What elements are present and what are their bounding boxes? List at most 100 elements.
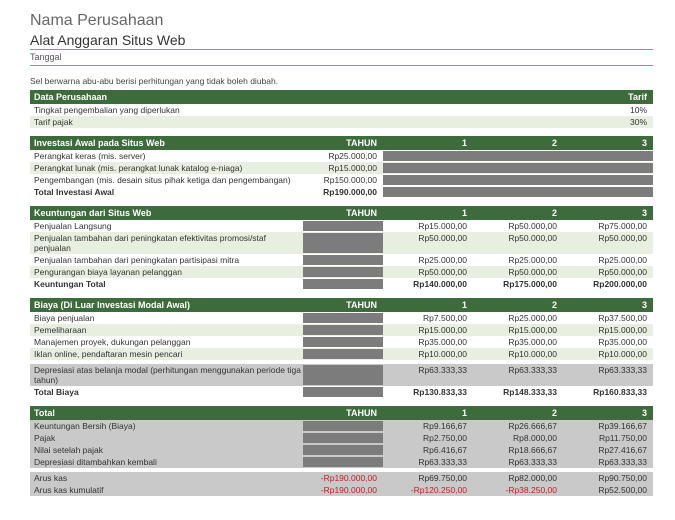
row-value: Rp25.000,00 (473, 313, 563, 323)
costs-section: Biaya (Di Luar Investasi Modal Awal) TAH… (30, 298, 653, 398)
header-label: Investasi Awal pada Situs Web (34, 138, 303, 148)
company-name: Nama Perusahaan (30, 12, 653, 30)
row-value: Rp39.166,67 (563, 421, 653, 431)
row-value: Rp148.333,33 (473, 387, 563, 397)
row-label: Pengurangan biaya layanan pelanggan (34, 267, 303, 277)
row-value: Rp35.000,00 (383, 337, 473, 347)
total-row: Total Investasi Awal Rp190.000,00 (30, 186, 653, 198)
row-value: Rp52.500,00 (563, 485, 653, 495)
data-row: Pajak Rp2.750,00 Rp8.000,00 Rp11.750,00 (30, 432, 653, 444)
header-tahun: TAHUN (303, 300, 383, 310)
row-value: Rp15.000,00 (383, 325, 473, 335)
investment-section: Investasi Awal pada Situs Web TAHUN 1 2 … (30, 136, 653, 198)
header-year-3: 3 (563, 408, 653, 418)
row-value: Rp6.416,67 (383, 445, 473, 455)
header-year-2: 2 (473, 208, 563, 218)
total-row: Total Biaya Rp130.833,33 Rp148.333,33 Rp… (30, 386, 653, 398)
row-value: Rp25.000,00 (303, 151, 383, 161)
row-label: Perangkat lunak (mis. perangkat lunak ka… (34, 163, 303, 173)
row-value: Rp63.333,33 (383, 457, 473, 467)
data-row: Manajemen proyek, dukungan pelanggan Rp3… (30, 336, 653, 348)
header-tahun: TAHUN (303, 138, 383, 148)
header-year-1: 1 (383, 408, 473, 418)
row-value: -Rp190.000,00 (303, 473, 383, 483)
row-value: Rp90.750,00 (563, 473, 653, 483)
data-row: Iklan online, pendaftaran mesin pencari … (30, 348, 653, 360)
row-label: Arus kas (34, 473, 303, 483)
row-value: Rp35.000,00 (563, 337, 653, 347)
benefits-section: Keuntungan dari Situs Web TAHUN 1 2 3 Pe… (30, 206, 653, 290)
row-label: Penjualan tambahan dari peningkatan efek… (34, 233, 303, 253)
row-label: Total Investasi Awal (34, 187, 303, 197)
row-value: Rp26.666,67 (473, 421, 563, 431)
blocked-cell (563, 163, 653, 173)
blocked-cell (303, 279, 383, 289)
header-label: Keuntungan dari Situs Web (34, 208, 303, 218)
company-data-section: Data Perusahaan Tarif Tingkat pengembali… (30, 90, 653, 128)
row-value: Rp18.666,67 (473, 445, 563, 455)
row-value: Rp50.000,00 (563, 267, 653, 277)
blocked-cell (563, 175, 653, 185)
depreciation-row: Depresiasi atas belanja modal (perhitung… (30, 364, 653, 386)
row-value: Rp130.833,33 (383, 387, 473, 397)
header-label: Data Perusahaan (34, 92, 583, 102)
blocked-cell (563, 187, 653, 197)
row-value: -Rp120.250,00 (383, 485, 473, 495)
blocked-cell (473, 151, 563, 161)
row-value: Rp63.333,33 (563, 457, 653, 467)
total-row: Keuntungan Total Rp140.000,00 Rp175.000,… (30, 278, 653, 290)
data-row: Nilai setelah pajak Rp6.416,67 Rp18.666,… (30, 444, 653, 456)
row-value: Rp63.333,33 (563, 365, 653, 385)
data-row: Penjualan tambahan dari peningkatan efek… (30, 232, 653, 254)
blocked-cell (303, 365, 383, 385)
row-label: Nilai setelah pajak (34, 445, 303, 455)
row-value: Rp25.000,00 (383, 255, 473, 265)
row-label: Manajemen proyek, dukungan pelanggan (34, 337, 303, 347)
tool-title: Alat Anggaran Situs Web (30, 32, 653, 48)
data-row: Tarif pajak 30% (30, 116, 653, 128)
section-header: Total TAHUN 1 2 3 (30, 406, 653, 420)
row-label: Total Biaya (34, 387, 303, 397)
row-label: Keuntungan Bersih (Biaya) (34, 421, 303, 431)
row-value: 10% (583, 105, 653, 115)
row-value: Rp25.000,00 (563, 255, 653, 265)
row-value: Rp50.000,00 (383, 233, 473, 253)
row-value: -Rp190.000,00 (303, 485, 383, 495)
row-value: Rp175.000,00 (473, 279, 563, 289)
row-label: Penjualan Langsung (34, 221, 303, 231)
blocked-cell (383, 175, 473, 185)
row-label: Pengembangan (mis. desain situs pihak ke… (34, 175, 303, 185)
blocked-cell (303, 255, 383, 265)
computed-note: Sel berwarna abu-abu berisi perhitungan … (30, 76, 653, 86)
row-value: Rp15.000,00 (563, 325, 653, 335)
row-label: Iklan online, pendaftaran mesin pencari (34, 349, 303, 359)
row-value: Rp15.000,00 (473, 325, 563, 335)
data-row: Pengembangan (mis. desain situs pihak ke… (30, 174, 653, 186)
row-label: Pemeliharaan (34, 325, 303, 335)
row-value: Rp69.750,00 (383, 473, 473, 483)
blocked-cell (303, 267, 383, 277)
row-value: Rp11.750,00 (563, 433, 653, 443)
blocked-cell (473, 163, 563, 173)
row-label: Biaya penjualan (34, 313, 303, 323)
section-header: Investasi Awal pada Situs Web TAHUN 1 2 … (30, 136, 653, 150)
row-value: Rp15.000,00 (383, 221, 473, 231)
totals-section: Total TAHUN 1 2 3 Keuntungan Bersih (Bia… (30, 406, 653, 496)
header-tarif: Tarif (583, 92, 653, 102)
data-row: Perangkat lunak (mis. perangkat lunak ka… (30, 162, 653, 174)
row-value: Rp63.333,33 (383, 365, 473, 385)
header-label: Biaya (Di Luar Investasi Modal Awal) (34, 300, 303, 310)
date-label: Tanggal (30, 52, 653, 62)
blocked-cell (303, 421, 383, 431)
header-tahun: TAHUN (303, 208, 383, 218)
row-value: Rp190.000,00 (303, 187, 383, 197)
row-value: Rp15.000,00 (303, 163, 383, 173)
row-value: Rp50.000,00 (473, 267, 563, 277)
data-row: Penjualan Langsung Rp15.000,00 Rp50.000,… (30, 220, 653, 232)
row-label: Penjualan tambahan dari peningkatan part… (34, 255, 303, 265)
row-value: Rp50.000,00 (563, 233, 653, 253)
cumulative-row: Arus kas kumulatif -Rp190.000,00 -Rp120.… (30, 484, 653, 496)
blocked-cell (303, 457, 383, 467)
blocked-cell (383, 187, 473, 197)
blocked-cell (303, 387, 383, 397)
